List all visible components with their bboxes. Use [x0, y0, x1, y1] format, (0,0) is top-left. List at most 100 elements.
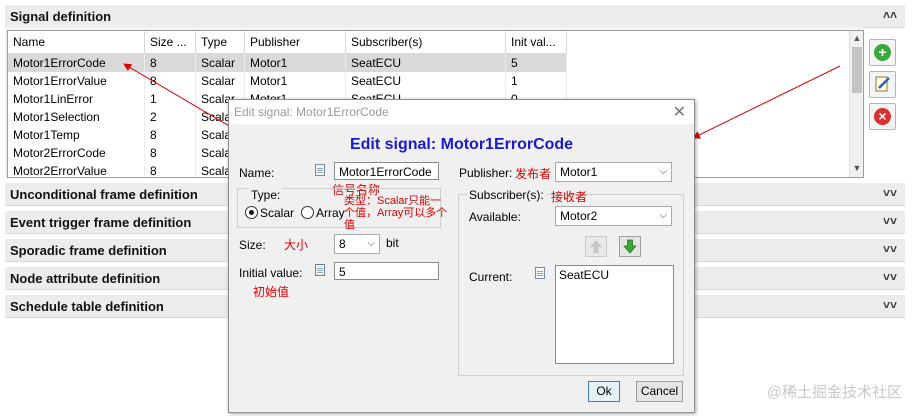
table-cell: 2	[144, 108, 196, 126]
list-item[interactable]: SeatECU	[559, 268, 670, 282]
type-annotation-line3: 值	[344, 219, 355, 231]
dialog-heading: Edit signal: Motor1ErrorCode	[349, 136, 574, 153]
size-unit: bit	[386, 236, 399, 250]
table-cell: 8	[144, 72, 196, 90]
cancel-button[interactable]: Cancel	[636, 381, 683, 402]
section-title: Unconditional frame definition	[10, 187, 198, 202]
table-cell: 8	[144, 162, 196, 177]
scroll-down-icon[interactable]: ▼	[852, 163, 862, 175]
table-cell: SeatECU	[345, 53, 506, 72]
size-value: 8	[339, 237, 346, 251]
table-cell: Motor1	[244, 53, 346, 72]
publisher-annotation: 发布者	[515, 167, 552, 181]
ok-button[interactable]: Ok	[588, 381, 620, 402]
publisher-value: Motor1	[560, 165, 598, 179]
table-cell: Motor1ErrorValue	[8, 72, 145, 90]
table-cell: 8	[144, 144, 196, 162]
current-subscribers-list[interactable]: SeatECU	[555, 265, 674, 364]
column-header-publisher[interactable]: Publisher	[244, 31, 346, 54]
table-cell: Motor2ErrorValue	[8, 162, 145, 177]
available-select[interactable]: Motor2 ⌵	[555, 206, 672, 226]
chevron-down-icon: ⌵	[659, 210, 667, 221]
table-cell: Motor1LinError	[8, 90, 145, 108]
scalar-radio[interactable]	[245, 206, 258, 219]
scroll-up-icon[interactable]: ▲	[852, 33, 862, 45]
type-annotation-line1: 类型：Scalar只能一	[344, 195, 442, 207]
section-title: Node attribute definition	[10, 271, 161, 286]
current-label: Current:	[469, 270, 513, 284]
scroll-thumb[interactable]	[852, 47, 862, 93]
initial-value-label: Initial value:	[239, 266, 303, 280]
table-cell: Scalar	[195, 53, 245, 72]
table-cell: Motor1	[244, 72, 346, 90]
watermark: @稀土掘金技术社区	[766, 384, 902, 401]
expand-chevron-icon[interactable]: ˅˅	[883, 186, 897, 200]
calculator-icon	[315, 264, 325, 276]
chevron-down-icon: ⌵	[367, 238, 375, 249]
move-up-button[interactable]	[585, 236, 607, 257]
name-field[interactable]: Motor1ErrorCode	[334, 162, 439, 180]
arrow-up-icon	[590, 240, 602, 253]
column-header-type[interactable]: Type	[195, 31, 245, 54]
subscribers-annotation: 接收者	[551, 190, 588, 204]
delete-signal-button[interactable]: ×	[869, 103, 896, 130]
move-down-button[interactable]	[619, 236, 641, 257]
table-header-row: Name Size ... Type Publisher Subscriber(…	[8, 31, 567, 54]
table-cell: 8	[144, 126, 196, 144]
table-cell: 1	[505, 72, 567, 90]
column-header-name[interactable]: Name	[8, 31, 145, 54]
edit-icon	[875, 76, 890, 92]
available-value: Motor2	[560, 209, 598, 223]
type-annotation-line2: 个值，Array可以多个	[344, 207, 448, 219]
table-cell: 1	[144, 90, 196, 108]
available-label: Available:	[469, 210, 521, 224]
table-cell: Motor2ErrorCode	[8, 144, 145, 162]
edit-signal-dialog: Edit signal: Motor1ErrorCode ✕ Edit sign…	[228, 99, 695, 413]
publisher-select[interactable]: Motor1 ⌵	[555, 162, 672, 182]
dialog-titlebar[interactable]: Edit signal: Motor1ErrorCode ✕	[229, 100, 694, 124]
table-cell: Motor1Temp	[8, 126, 145, 144]
table-cell: SeatECU	[345, 72, 506, 90]
table-row[interactable]: Motor1ErrorCode 8 Scalar Motor1 SeatECU 5	[8, 53, 567, 72]
array-radio-label[interactable]: Array	[316, 206, 345, 220]
document-icon	[535, 267, 545, 279]
table-cell: 5	[505, 53, 567, 72]
type-group-label: Type:	[249, 188, 283, 202]
table-cell: Motor1ErrorCode	[8, 53, 145, 72]
section-title: Signal definition	[10, 9, 112, 24]
initial-value-annotation: 初始值	[253, 285, 290, 299]
section-title: Schedule table definition	[10, 299, 164, 314]
column-header-subscribers[interactable]: Subscriber(s)	[345, 31, 506, 54]
section-title: Sporadic frame definition	[10, 243, 167, 258]
dialog-window-title: Edit signal: Motor1ErrorCode	[234, 105, 389, 119]
edit-signal-button[interactable]	[869, 71, 896, 98]
array-radio[interactable]	[301, 206, 314, 219]
expand-chevron-icon[interactable]: ˅˅	[883, 270, 897, 284]
close-icon[interactable]: ✕	[673, 102, 686, 122]
initial-value-field[interactable]: 5	[334, 262, 439, 280]
publisher-label: Publisher:	[459, 166, 513, 180]
size-select[interactable]: 8 ⌵	[334, 234, 380, 254]
add-signal-button[interactable]: +	[869, 39, 896, 66]
chevron-down-icon: ⌵	[659, 166, 667, 177]
table-row[interactable]: Motor1ErrorValue 8 Scalar Motor1 SeatECU 1	[8, 72, 567, 90]
signal-definition-header[interactable]: Signal definition ˄˄	[5, 5, 905, 28]
expand-chevron-icon[interactable]: ˅˅	[883, 298, 897, 312]
table-cell: Scalar	[195, 72, 245, 90]
add-icon: +	[874, 44, 891, 61]
expand-chevron-icon[interactable]: ˅˅	[883, 242, 897, 256]
collapse-chevron-icon[interactable]: ˄˄	[883, 8, 897, 22]
table-cell: 8	[144, 53, 196, 72]
size-annotation: 大小	[284, 238, 309, 252]
size-label: Size:	[239, 238, 266, 252]
arrow-down-icon	[623, 239, 637, 254]
section-title: Event trigger frame definition	[10, 215, 192, 230]
column-header-init-value[interactable]: Init val...	[505, 31, 567, 54]
expand-chevron-icon[interactable]: ˅˅	[883, 214, 897, 228]
scalar-radio-label[interactable]: Scalar	[260, 206, 294, 220]
table-vertical-scrollbar[interactable]: ▲ ▼	[849, 31, 863, 177]
subscribers-label: Subscriber(s):	[467, 188, 546, 202]
document-icon	[315, 164, 325, 176]
column-header-size[interactable]: Size ...	[144, 31, 196, 54]
delete-icon: ×	[874, 108, 891, 125]
